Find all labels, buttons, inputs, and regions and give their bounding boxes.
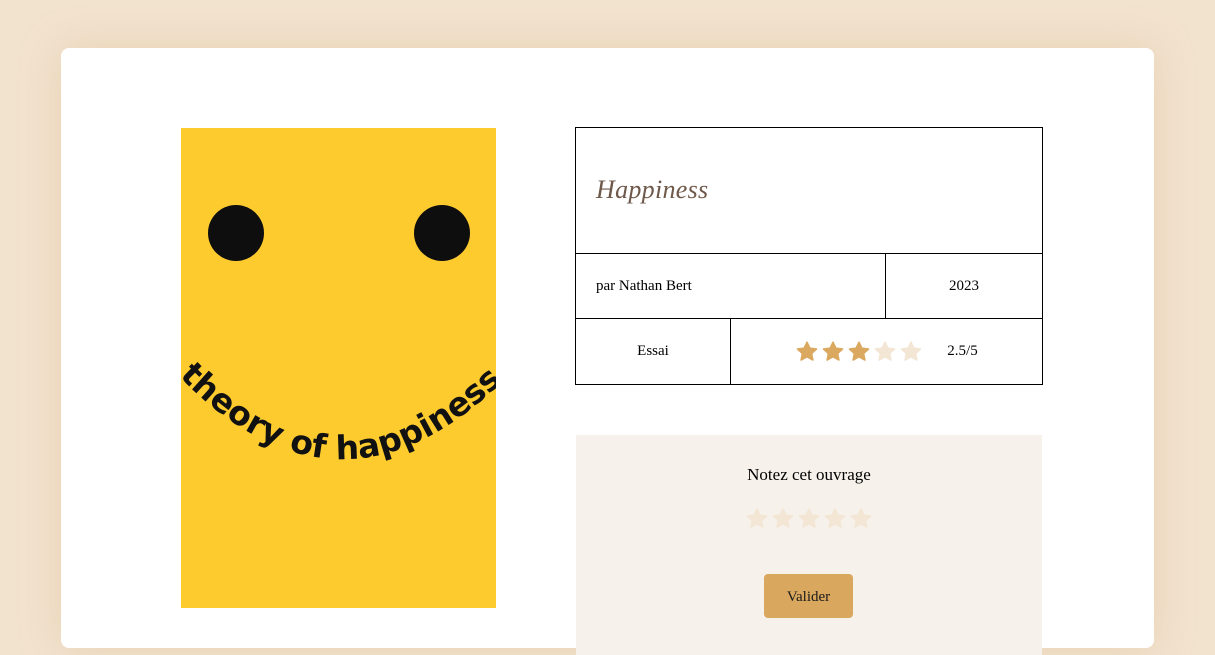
rate-star-icon[interactable] [771, 507, 795, 531]
book-info-table: Happiness par Nathan Bert 2023 Essai 2.5… [574, 127, 1044, 385]
rate-stars-input[interactable] [576, 507, 1042, 531]
left-eye [208, 205, 264, 261]
book-cover-image: theory of happiness [181, 128, 496, 608]
book-title: Happiness [574, 127, 1044, 254]
book-card: theory of happiness Happiness par Nathan… [61, 48, 1154, 655]
rate-star-icon[interactable] [745, 507, 769, 531]
star-empty-icon [900, 341, 922, 361]
star-filled-icon [822, 341, 844, 361]
submit-rating-button[interactable]: Valider [764, 574, 853, 618]
rate-title: Notez cet ouvrage [747, 465, 871, 484]
right-eye [414, 205, 470, 261]
rate-star-icon[interactable] [849, 507, 873, 531]
rate-panel: Notez cet ouvrage Valider [576, 435, 1042, 655]
book-author: par Nathan Bert [575, 252, 886, 320]
average-rating-stars [795, 340, 923, 364]
rating-value: 2.5/5 [947, 343, 978, 360]
book-year: 2023 [884, 252, 1044, 320]
book-genre: Essai [575, 318, 731, 385]
book-rating: 2.5/5 [729, 318, 1044, 385]
star-filled-icon [848, 341, 870, 361]
star-empty-icon [874, 341, 896, 361]
rate-star-icon[interactable] [797, 507, 821, 531]
rate-star-icon[interactable] [823, 507, 847, 531]
star-filled-icon [796, 341, 818, 361]
